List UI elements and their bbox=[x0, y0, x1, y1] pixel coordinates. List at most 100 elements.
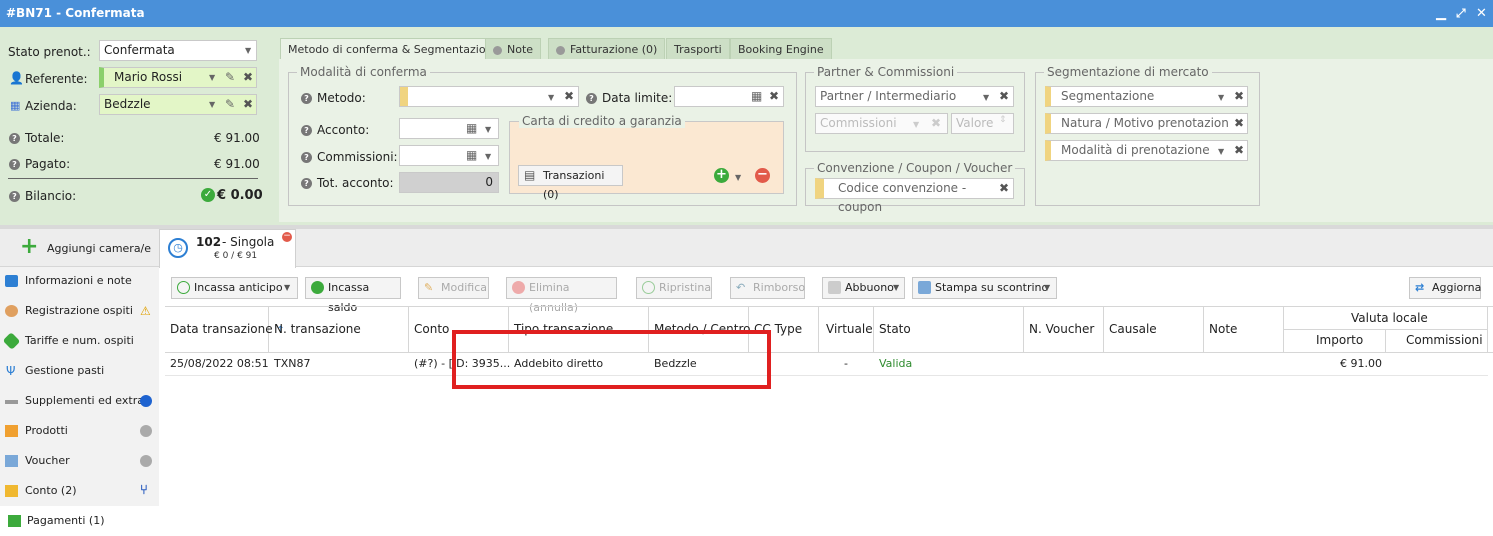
chevron-down-icon[interactable]: ▼ bbox=[284, 278, 290, 298]
window-title: #BN71 - Confermata bbox=[0, 0, 1493, 27]
chevron-down-icon[interactable]: ▼ bbox=[1044, 278, 1050, 298]
col-commissioni[interactable]: Commissioni bbox=[1406, 333, 1483, 347]
rimborso-button[interactable]: ↶ Rimborso bbox=[730, 277, 805, 299]
nav-informazioni[interactable]: Informazioni e note bbox=[0, 266, 159, 296]
edit-icon[interactable]: ✎ bbox=[225, 70, 235, 84]
clear-icon[interactable]: ✖ bbox=[769, 89, 779, 103]
clear-icon[interactable]: ✖ bbox=[1234, 116, 1244, 130]
chevron-down-icon[interactable]: ▼ bbox=[209, 100, 215, 109]
stato-select[interactable]: Confermata bbox=[99, 40, 257, 61]
button-label: Incassa saldo bbox=[328, 281, 370, 314]
clear-icon[interactable]: ✖ bbox=[1234, 143, 1244, 157]
col-note[interactable]: Note bbox=[1209, 322, 1237, 336]
chevron-down-icon[interactable]: ▼ bbox=[485, 125, 491, 134]
button-label: Ripristina bbox=[659, 281, 712, 294]
calendar-icon[interactable]: ▦ bbox=[751, 89, 762, 103]
metodo-label: Metodo: bbox=[317, 91, 366, 105]
tab-fatturazione[interactable]: Fatturazione (0) bbox=[548, 38, 666, 60]
clock-icon bbox=[642, 281, 655, 294]
calculator-icon[interactable]: ▦ bbox=[466, 148, 477, 162]
data-limite-field[interactable] bbox=[674, 86, 784, 107]
col-n-transazione[interactable]: N. transazione bbox=[274, 322, 361, 336]
maximize-icon[interactable]: ⤢ bbox=[1456, 0, 1466, 27]
commissioni-field[interactable] bbox=[399, 145, 499, 166]
chevron-down-icon[interactable]: ▼ bbox=[983, 93, 989, 102]
nav-registrazione[interactable]: Registrazione ospiti ⚠ bbox=[0, 296, 159, 326]
add-icon[interactable]: + bbox=[20, 236, 38, 258]
user-icon: 👤 bbox=[9, 71, 24, 85]
nav-pagamenti[interactable]: Pagamenti (1) bbox=[0, 506, 159, 536]
col-conto[interactable]: Conto bbox=[414, 322, 449, 336]
nav-conto[interactable]: Conto (2) ⑂ bbox=[0, 476, 159, 506]
discount-icon bbox=[828, 281, 841, 294]
nav-voucher[interactable]: Voucher bbox=[0, 446, 159, 476]
chevron-down-icon[interactable]: ▼ bbox=[1218, 147, 1224, 156]
valore-placeholder: Valore bbox=[956, 116, 994, 130]
cell-virtuale: - bbox=[844, 357, 848, 370]
acconto-field[interactable] bbox=[399, 118, 499, 139]
tab-booking-engine[interactable]: Booking Engine bbox=[730, 38, 832, 60]
nav-prodotti[interactable]: Prodotti bbox=[0, 416, 159, 446]
clear-icon[interactable]: ✖ bbox=[564, 89, 574, 103]
col-voucher[interactable]: N. Voucher bbox=[1029, 322, 1094, 336]
pagato-value: € 91.00 bbox=[214, 157, 260, 171]
spinner-icon[interactable]: ⇕ bbox=[999, 115, 1007, 125]
clear-icon[interactable]: ✖ bbox=[1234, 89, 1244, 103]
incassa-saldo-button[interactable]: Incassa saldo bbox=[305, 277, 401, 314]
calculator-icon[interactable]: ▦ bbox=[466, 121, 477, 135]
aggiorna-button[interactable]: ⇄ Aggiorna bbox=[1409, 277, 1481, 299]
ripristina-button[interactable]: Ripristina bbox=[636, 277, 712, 299]
transazioni-button[interactable]: ▤ Transazioni (0) bbox=[518, 165, 623, 201]
tab-conferma[interactable]: Metodo di conferma & Segmentazione bbox=[280, 38, 508, 61]
chevron-down-icon[interactable]: ▼ bbox=[913, 120, 919, 129]
convenzione-field[interactable]: Codice convenzione - coupon bbox=[815, 178, 1014, 214]
col-data[interactable]: Data transazione ↑ bbox=[170, 322, 285, 336]
building-icon: ▦ bbox=[10, 99, 21, 112]
tab-note[interactable]: Note bbox=[485, 38, 542, 60]
col-stato[interactable]: Stato bbox=[879, 322, 911, 336]
minimize-icon[interactable]: ▁ bbox=[1436, 0, 1446, 27]
clear-icon[interactable]: ✖ bbox=[931, 116, 941, 130]
split-icon: ⑂ bbox=[140, 483, 148, 498]
edit-icon[interactable]: ✎ bbox=[225, 97, 235, 111]
clear-icon[interactable]: ✖ bbox=[999, 89, 1009, 103]
stampa-button[interactable]: Stampa su scontrino ▼ bbox=[912, 277, 1057, 299]
add-room-button[interactable]: Aggiungi camera/e bbox=[47, 242, 151, 255]
remove-icon[interactable]: − bbox=[755, 168, 770, 183]
chevron-down-icon[interactable]: ▼ bbox=[485, 152, 491, 161]
col-virtuale[interactable]: Virtuale bbox=[826, 322, 873, 336]
clear-icon[interactable]: ✖ bbox=[999, 181, 1009, 195]
chevron-down-icon[interactable]: ▼ bbox=[1218, 93, 1224, 102]
abbuono-button[interactable]: Abbuono ▼ bbox=[822, 277, 905, 299]
stato-label: Stato prenot.: bbox=[8, 45, 91, 59]
incassa-anticipo-button[interactable]: Incassa anticipo ▼ bbox=[171, 277, 298, 299]
natura-select[interactable]: Natura / Motivo prenotazion bbox=[1045, 113, 1248, 134]
col-causale[interactable]: Causale bbox=[1109, 322, 1157, 336]
chevron-down-icon[interactable]: ▼ bbox=[209, 73, 215, 82]
card-icon: ▤ bbox=[524, 168, 536, 182]
elimina-button[interactable]: Elimina (annulla) bbox=[506, 277, 617, 314]
clear-icon[interactable]: ✖ bbox=[243, 97, 253, 111]
modifica-button[interactable]: ✎ Modifica bbox=[418, 277, 489, 299]
chevron-down-icon[interactable]: ▼ bbox=[245, 46, 251, 55]
add-icon[interactable]: + bbox=[714, 168, 729, 183]
nav-supplementi[interactable]: Supplementi ed extra bbox=[0, 386, 159, 416]
close-icon[interactable]: ✕ bbox=[1476, 0, 1487, 27]
tab-trasporti[interactable]: Trasporti bbox=[666, 38, 730, 60]
clear-icon[interactable]: ✖ bbox=[243, 70, 253, 84]
table-row[interactable] bbox=[165, 375, 1488, 376]
chevron-down-icon[interactable]: ▼ bbox=[893, 278, 899, 298]
chevron-down-icon[interactable]: ▼ bbox=[735, 173, 741, 182]
highlight-box bbox=[452, 330, 771, 389]
status-dot-icon bbox=[140, 395, 152, 407]
chevron-down-icon[interactable]: ▼ bbox=[548, 93, 554, 102]
room-type: - Singola bbox=[222, 235, 275, 249]
nav-pasti[interactable]: Ψ Gestione pasti bbox=[0, 356, 159, 386]
col-importo[interactable]: Importo bbox=[1316, 333, 1363, 347]
nav-tariffe[interactable]: Tariffe e num. ospiti bbox=[0, 326, 159, 356]
nav-label: Voucher bbox=[25, 454, 70, 467]
nav-label: Supplementi ed extra bbox=[25, 394, 144, 407]
close-icon[interactable]: − bbox=[282, 232, 292, 242]
carta-legend: Carta di credito a garanzia bbox=[519, 114, 685, 128]
commissioni-select[interactable]: Commissioni bbox=[815, 113, 948, 134]
